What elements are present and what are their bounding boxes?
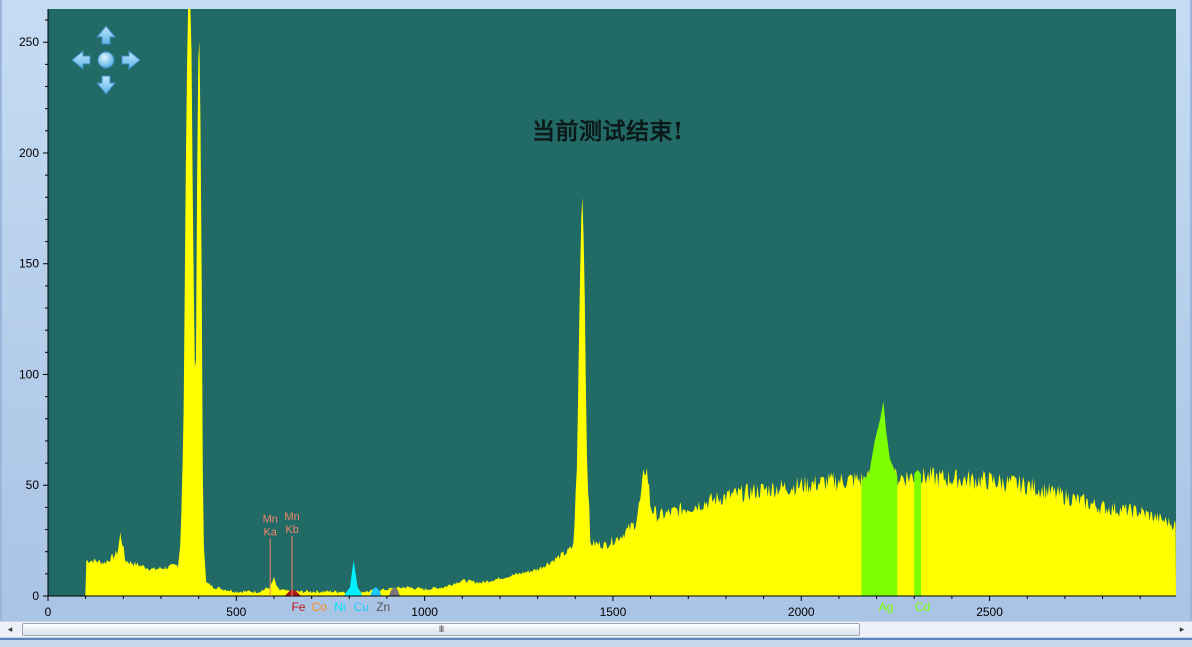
y-tick-label: 50 [26, 478, 40, 492]
center-dot-icon[interactable] [97, 51, 115, 69]
x-tick-label: 1000 [411, 605, 438, 619]
x-tick-label: 1500 [600, 605, 627, 619]
scroll-right-button[interactable]: ▸ [1174, 622, 1190, 637]
arrow-down-icon[interactable] [95, 75, 117, 95]
horizontal-scrollbar[interactable]: ◂ III ▸ [0, 621, 1192, 638]
annotation-label: Mn [284, 511, 299, 523]
y-tick-label: 100 [19, 367, 39, 381]
arrow-right-icon[interactable] [121, 49, 141, 71]
pan-control[interactable] [70, 24, 142, 96]
y-tick-label: 250 [19, 35, 39, 49]
scroll-thumb[interactable]: III [22, 623, 860, 636]
y-tick-label: 150 [19, 257, 39, 271]
annotation-label: Ka [263, 526, 277, 538]
element-label-ag[interactable]: Ag [879, 600, 894, 614]
x-tick-label: 500 [226, 605, 246, 619]
annotation-label: Kb [285, 524, 298, 536]
spectrum-chart: 0501001502002500 500 1000 1500 2000 2500 Fe Co… [19, 9, 1176, 619]
scroll-left-button[interactable]: ◂ [2, 622, 18, 637]
scroll-grip-icon: III [438, 624, 445, 634]
x-tick-label: 2000 [788, 605, 815, 619]
element-label-cd[interactable]: Cd [915, 600, 930, 614]
element-label-co[interactable]: Co [312, 600, 328, 614]
annotation-label: Mn [263, 513, 278, 525]
element-label-ni[interactable]: Ni [334, 600, 345, 614]
element-label-cu[interactable]: Cu [354, 600, 369, 614]
status-message: 当前测试结束! [532, 118, 684, 145]
element-label-zn[interactable]: Zn [376, 600, 390, 614]
window-bottom-border [0, 638, 1192, 647]
x-tick-label: 0 [45, 605, 52, 619]
element-label-fe[interactable]: Fe [291, 600, 305, 614]
arrow-left-icon[interactable] [71, 49, 91, 71]
x-tick-label: 2500 [976, 605, 1003, 619]
y-tick-label: 0 [32, 589, 39, 603]
y-tick-label: 200 [19, 146, 39, 160]
arrow-up-icon[interactable] [95, 25, 117, 45]
peak-cd[interactable] [914, 469, 922, 596]
